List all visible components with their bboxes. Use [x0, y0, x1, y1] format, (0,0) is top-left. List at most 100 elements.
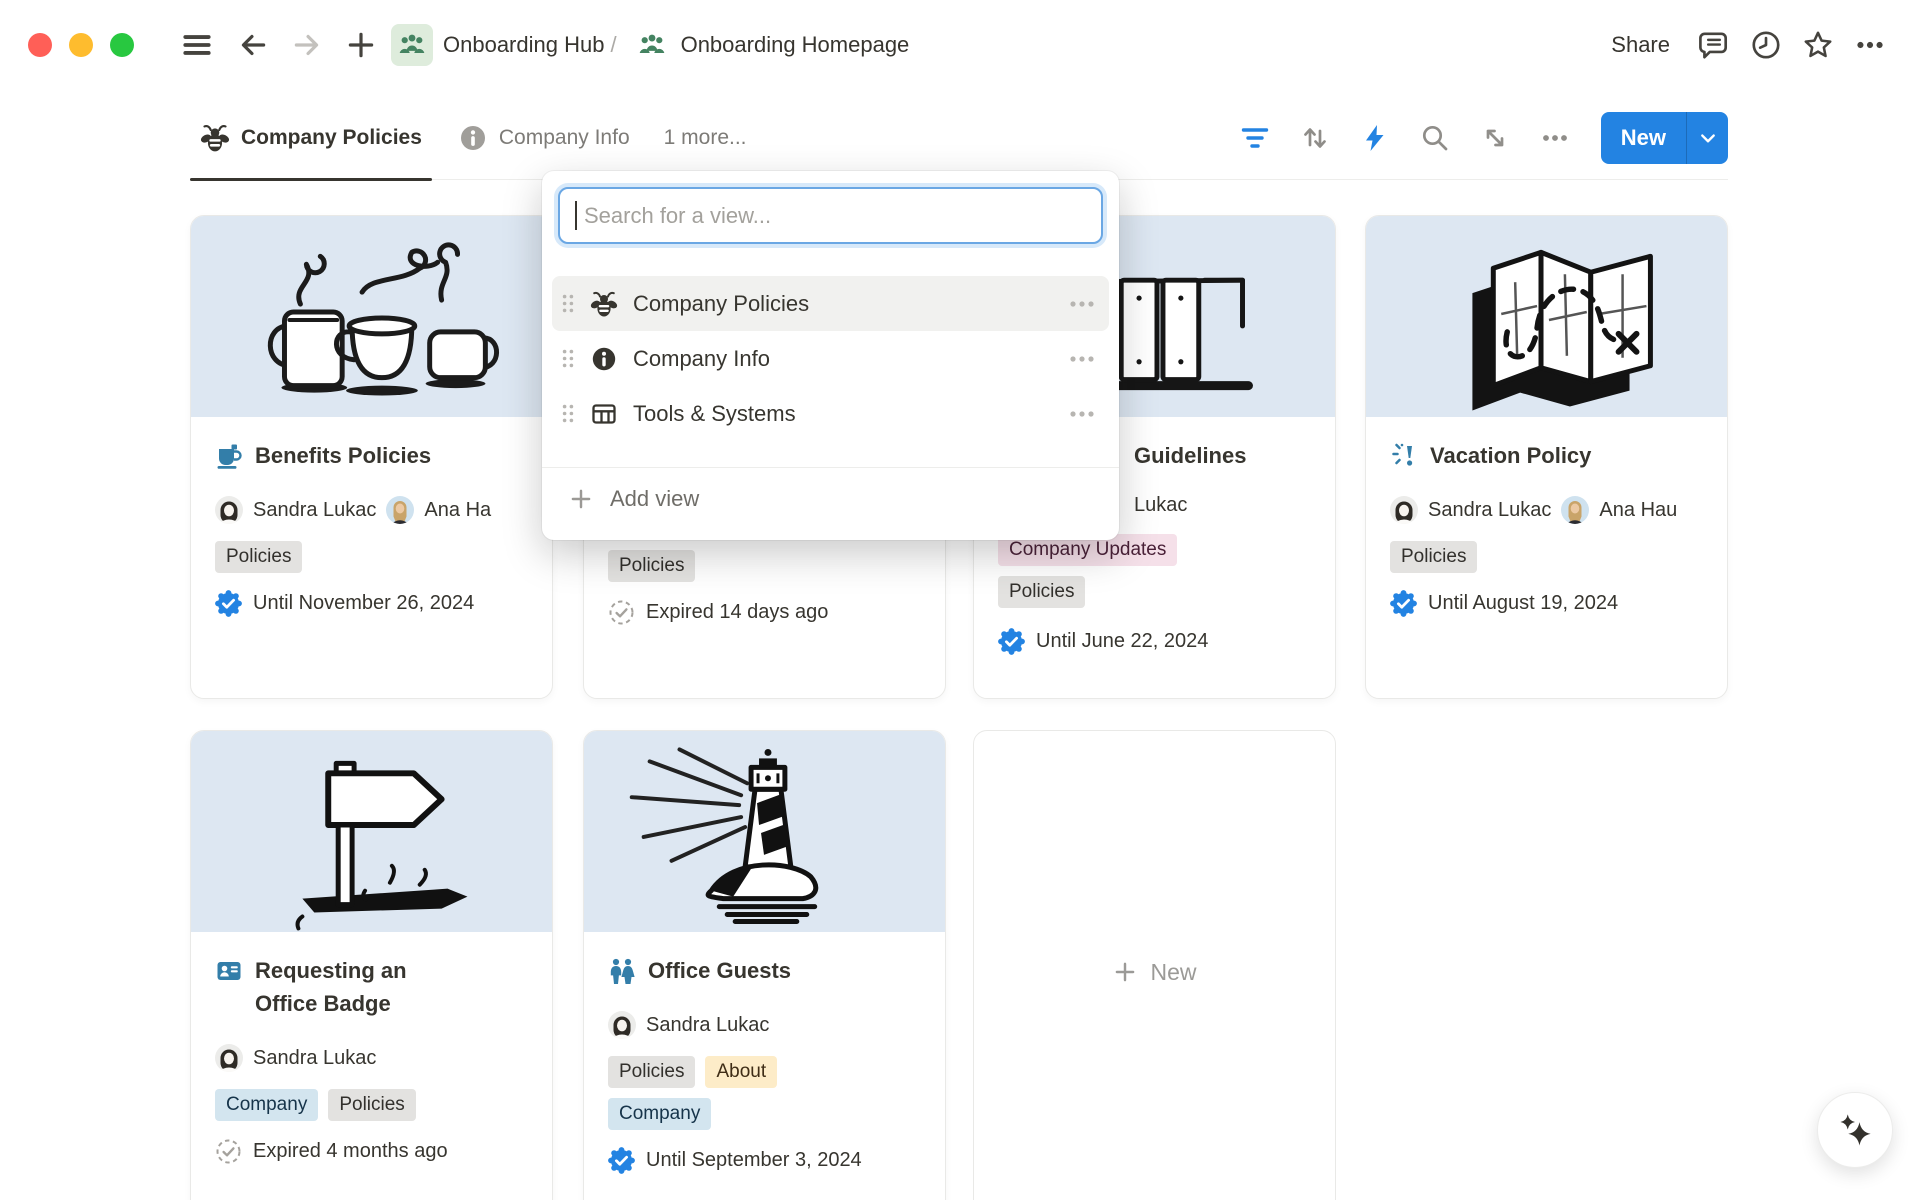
window-zoom-button[interactable]: [110, 33, 134, 57]
view-item-company-info[interactable]: Company Info: [552, 331, 1109, 386]
forward-button[interactable]: [285, 23, 329, 67]
expand-button[interactable]: [1465, 112, 1525, 164]
status-text: Until August 19, 2024: [1428, 592, 1618, 615]
card-requesting-office-badge[interactable]: Requesting an Office Badge Sandra Lukac …: [190, 730, 553, 1200]
card-benefits-policies[interactable]: Benefits Policies Sandra Lukac Ana Ha Po…: [190, 215, 553, 699]
people-row: Sandra Lukac Ana Hau: [1390, 496, 1703, 524]
star-icon: [1801, 28, 1835, 62]
folded-map-illustration: [1366, 216, 1727, 417]
breadcrumb-separator: /: [610, 32, 616, 58]
status-text: Until June 22, 2024: [1036, 630, 1208, 653]
new-tab-button[interactable]: [339, 23, 383, 67]
verified-badge-icon: [1390, 590, 1417, 617]
automations-button[interactable]: [1345, 112, 1405, 164]
view-item-label: Company Info: [633, 346, 1065, 372]
views-list: Company Policies Company Info Tools & Sy…: [542, 276, 1119, 441]
people-group-icon: [637, 30, 667, 60]
favorite-button[interactable]: [1796, 23, 1840, 67]
alert-gleam-icon: [1390, 442, 1418, 470]
person-name: Sandra Lukac: [1428, 499, 1551, 522]
new-entry-dropdown-button[interactable]: [1686, 112, 1728, 164]
tab-company-policies[interactable]: Company Policies: [190, 96, 432, 179]
table-icon: [590, 400, 618, 428]
tag-policies: Policies: [1390, 541, 1477, 573]
more-options-button[interactable]: [1848, 23, 1892, 67]
mug-icon: [215, 442, 243, 470]
drag-handle-icon[interactable]: [562, 349, 578, 369]
page-icon: [631, 24, 673, 66]
new-card-placeholder[interactable]: New: [973, 730, 1336, 1200]
drag-handle-icon[interactable]: [562, 294, 578, 314]
view-options-button[interactable]: [1525, 112, 1585, 164]
two-people-icon: [608, 957, 636, 985]
person-name: Ana Hau: [1599, 499, 1677, 522]
view-item-company-policies[interactable]: Company Policies: [552, 276, 1109, 331]
new-entry-button[interactable]: New: [1601, 112, 1728, 164]
back-button[interactable]: [231, 23, 275, 67]
status-text: Expired 4 months ago: [253, 1140, 448, 1163]
share-button[interactable]: Share: [1597, 24, 1684, 66]
view-tabbar: Company Policies Company Info 1 more... …: [190, 96, 1728, 180]
tag-policies: Policies: [608, 550, 695, 582]
person-name: Ana Ha: [424, 499, 491, 522]
updates-button[interactable]: [1744, 23, 1788, 67]
bee-icon: [590, 290, 618, 318]
sidebar-menu-button[interactable]: [175, 23, 219, 67]
ellipsis-icon: [1068, 410, 1096, 418]
titlebar: Onboarding Hub / Onboarding Homepage Sha…: [0, 0, 1920, 90]
window-close-button[interactable]: [28, 33, 52, 57]
verified-badge-icon: [608, 1147, 635, 1174]
view-item-label: Tools & Systems: [633, 401, 1065, 427]
verified-badge-icon: [215, 590, 242, 617]
tab-label: Company Policies: [241, 126, 422, 150]
tag-policies: Policies: [328, 1089, 415, 1121]
tab-company-info[interactable]: Company Info: [448, 96, 640, 179]
expired-check-icon: [608, 599, 635, 626]
avatar-sandra: [1390, 496, 1418, 524]
people-row: Sandra Lukac: [215, 1044, 528, 1072]
ellipsis-icon: [1539, 122, 1571, 154]
card-title: Vacation Policy: [1430, 439, 1591, 472]
card-cover: [584, 731, 945, 932]
sort-button[interactable]: [1285, 112, 1345, 164]
hamburger-icon: [180, 28, 214, 62]
forward-arrow-icon: [290, 28, 324, 62]
tag-company: Company: [215, 1089, 318, 1121]
breadcrumb-current[interactable]: Onboarding Homepage: [681, 32, 910, 58]
card-cover: [191, 731, 552, 932]
tag-policies: Policies: [215, 541, 302, 573]
person-name: Sandra Lukac: [253, 499, 376, 522]
card-title: Office Guests: [648, 954, 791, 987]
comments-button[interactable]: [1692, 23, 1736, 67]
plus-icon: [344, 28, 378, 62]
status-row: Expired 4 months ago: [215, 1138, 528, 1165]
card-cover: [1366, 216, 1727, 417]
back-arrow-icon: [236, 28, 270, 62]
view-item-more-button[interactable]: [1065, 347, 1099, 371]
view-item-more-button[interactable]: [1065, 402, 1099, 426]
person-name: Sandra Lukac: [646, 1014, 769, 1037]
view-item-label: Company Policies: [633, 291, 1065, 317]
new-button-label[interactable]: New: [1601, 112, 1686, 164]
status-row: Until June 22, 2024: [998, 628, 1311, 655]
search-button[interactable]: [1405, 112, 1465, 164]
ai-assistant-button[interactable]: [1817, 1092, 1893, 1168]
verified-badge-icon: [998, 628, 1025, 655]
view-item-more-button[interactable]: [1065, 292, 1099, 316]
more-views-button[interactable]: 1 more...: [664, 126, 747, 150]
drag-handle-icon[interactable]: [562, 404, 578, 424]
breadcrumb-root[interactable]: Onboarding Hub: [443, 32, 604, 58]
lighthouse-illustration: [584, 731, 945, 932]
card-title: Benefits Policies: [255, 439, 431, 472]
view-search-input[interactable]: [558, 187, 1103, 244]
view-item-tools-systems[interactable]: Tools & Systems: [552, 386, 1109, 441]
plus-icon: [1112, 959, 1138, 985]
card-vacation-policy[interactable]: Vacation Policy Sandra Lukac Ana Hau Pol…: [1365, 215, 1728, 699]
tag-about: About: [705, 1056, 777, 1088]
card-office-guests[interactable]: Office Guests Sandra Lukac Policies Abou…: [583, 730, 946, 1200]
add-view-button[interactable]: Add view: [542, 470, 1119, 528]
card-title: Requesting an Office Badge: [255, 954, 435, 1020]
info-icon: [590, 345, 618, 373]
window-minimize-button[interactable]: [69, 33, 93, 57]
filter-button[interactable]: [1225, 112, 1285, 164]
